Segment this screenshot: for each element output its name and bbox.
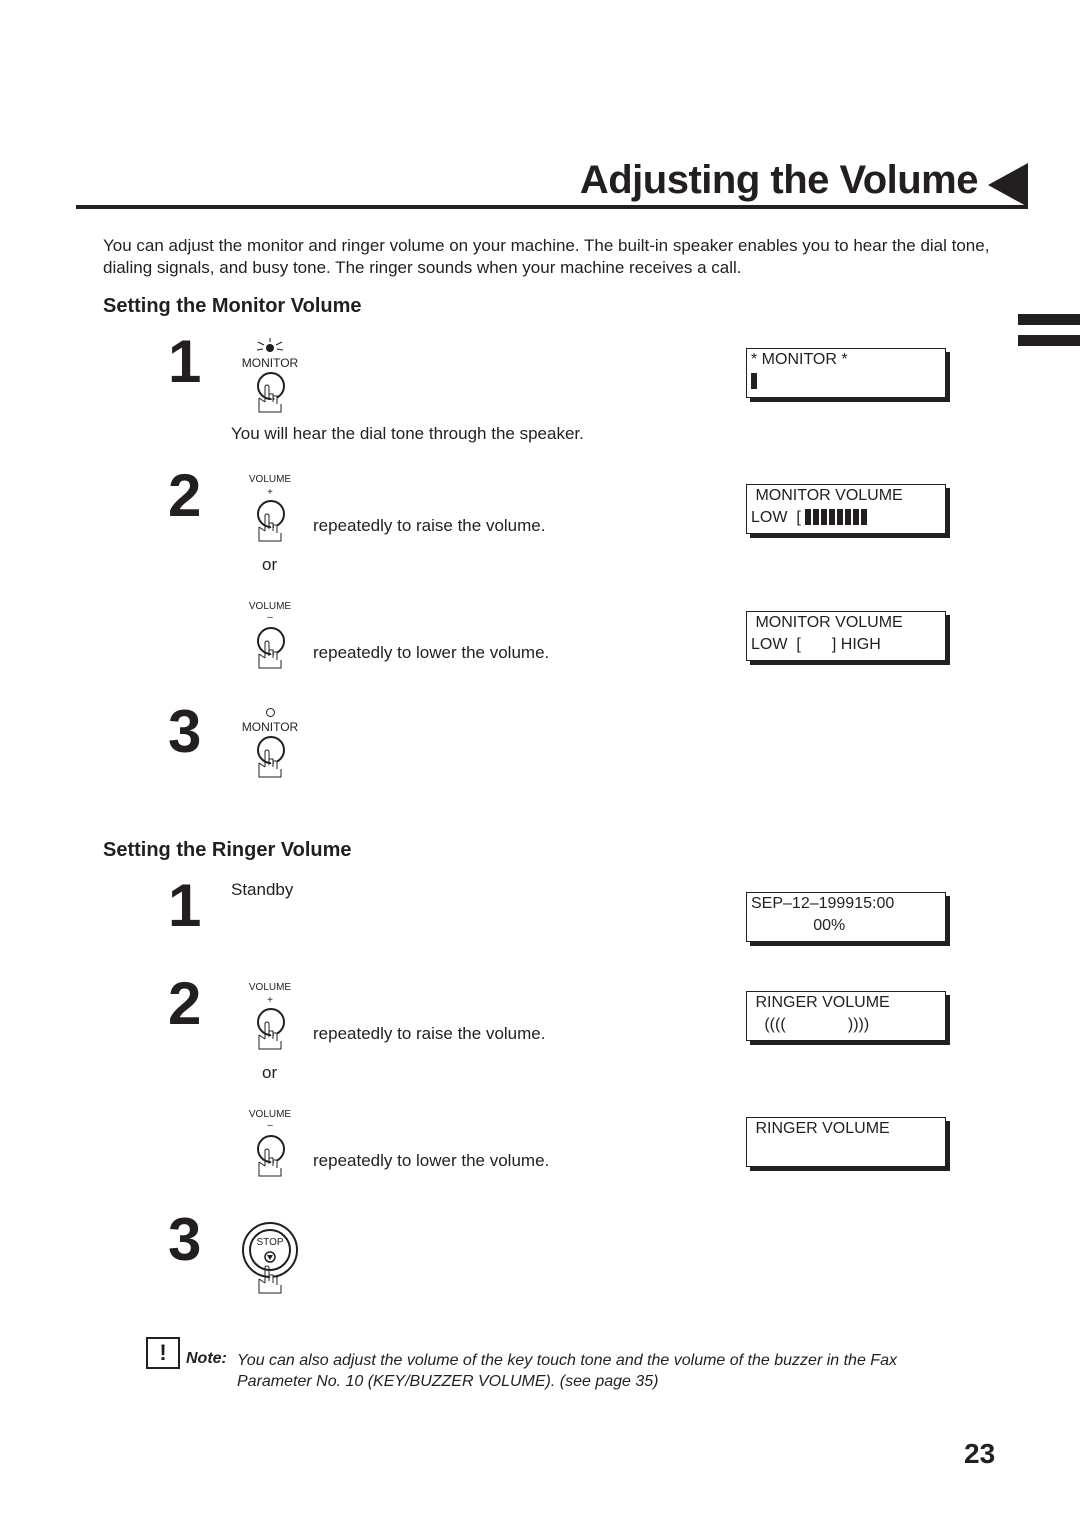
step-instruction: repeatedly to lower the volume. (313, 1151, 550, 1170)
pressing-finger-icon (258, 1148, 282, 1177)
section-heading-ringer: Setting the Ringer Volume (103, 839, 352, 861)
stop-label: STOP (256, 1237, 284, 1248)
lcd-display: RINGER VOLUME (746, 1117, 946, 1167)
step-number: 3 (168, 698, 202, 765)
volume-bar-segment (813, 509, 820, 525)
lcd-line: MONITOR VOLUME (751, 487, 903, 504)
lcd-line: (((( )))) (751, 1016, 870, 1033)
step-number: 1 (168, 328, 202, 395)
pressing-finger-icon (258, 749, 282, 778)
volume-bars (805, 509, 869, 526)
step-instruction: You will hear the dial tone through the … (231, 424, 584, 443)
step-number: 3 (168, 1206, 202, 1273)
section-heading-monitor: Setting the Monitor Volume (103, 295, 362, 317)
title-rule (76, 205, 1028, 209)
step-instruction: repeatedly to raise the volume. (313, 516, 546, 535)
pressing-finger-icon (258, 513, 282, 542)
or-text: or (262, 1063, 278, 1082)
volume-button-label: VOLUME (248, 601, 292, 612)
lcd-display: SEP–12–199915:00 00% (746, 892, 946, 942)
volume-button-label: VOLUME (248, 474, 292, 485)
pressing-finger-icon (258, 1265, 282, 1294)
lcd-line: LOW [ ] HIGH (751, 636, 881, 653)
standby-text: Standby (231, 880, 294, 899)
lcd-line: RINGER VOLUME (751, 1120, 890, 1137)
pressing-finger-icon (258, 384, 282, 413)
step-number: 1 (168, 872, 202, 939)
note-label: Note: (186, 1350, 227, 1367)
volume-bar-segment (829, 509, 836, 525)
step-number: 2 (168, 970, 202, 1037)
step-instruction: repeatedly to lower the volume. (313, 643, 550, 662)
volume-button-label: VOLUME (248, 982, 292, 993)
lcd-low-label: LOW [ (751, 509, 801, 526)
lamp-off-icon (266, 708, 275, 717)
page-number: 23 (964, 1438, 996, 1469)
lamp-on-icon (256, 338, 284, 352)
title-arrow-icon (988, 163, 1028, 207)
monitor-button-label: MONITOR (241, 720, 299, 734)
side-tab-marker (1018, 335, 1080, 346)
lcd-line: RINGER VOLUME (751, 994, 890, 1011)
lcd-line: MONITOR VOLUME (751, 614, 903, 631)
pressing-finger-icon (258, 640, 282, 669)
volume-bar-segment (821, 509, 828, 525)
intro-paragraph: You can adjust the monitor and ringer vo… (103, 236, 990, 277)
volume-bar-segment (805, 509, 812, 525)
lcd-display: * MONITOR * (746, 348, 946, 398)
pressing-finger-icon (258, 1021, 282, 1050)
lcd-line: * MONITOR * (751, 351, 848, 368)
volume-bar-segment (845, 509, 852, 525)
lcd-cursor (751, 373, 759, 391)
volume-button-label: VOLUME (248, 1109, 292, 1120)
side-tab-marker (1018, 314, 1080, 325)
lcd-display: MONITOR VOLUME LOW [ ] HIGH (746, 611, 946, 661)
lcd-line: LOW [ (751, 509, 869, 527)
step-instruction: repeatedly to raise the volume. (313, 1024, 546, 1043)
lcd-line: SEP–12–199915:00 (751, 895, 895, 912)
monitor-button-label: MONITOR (241, 356, 299, 370)
step-number: 2 (168, 462, 202, 529)
page-title: Adjusting the Volume (579, 158, 979, 202)
volume-bar-segment (861, 509, 868, 525)
lcd-display: MONITOR VOLUME LOW [ (746, 484, 946, 534)
lcd-display: RINGER VOLUME (((( )))) (746, 991, 946, 1041)
volume-plus-sign: + (267, 995, 273, 1006)
volume-bar-segment (853, 509, 860, 525)
volume-minus-sign: – (267, 1120, 273, 1131)
stop-icon (264, 1251, 276, 1263)
volume-minus-sign: – (267, 612, 273, 623)
volume-bar-segment (837, 509, 844, 525)
or-text: or (262, 555, 278, 574)
lcd-line: 00% (751, 917, 846, 934)
note-exclamation-icon: ! (146, 1337, 180, 1369)
volume-plus-sign: + (267, 487, 273, 498)
note-text: You can also adjust the volume of the ke… (237, 1352, 897, 1390)
